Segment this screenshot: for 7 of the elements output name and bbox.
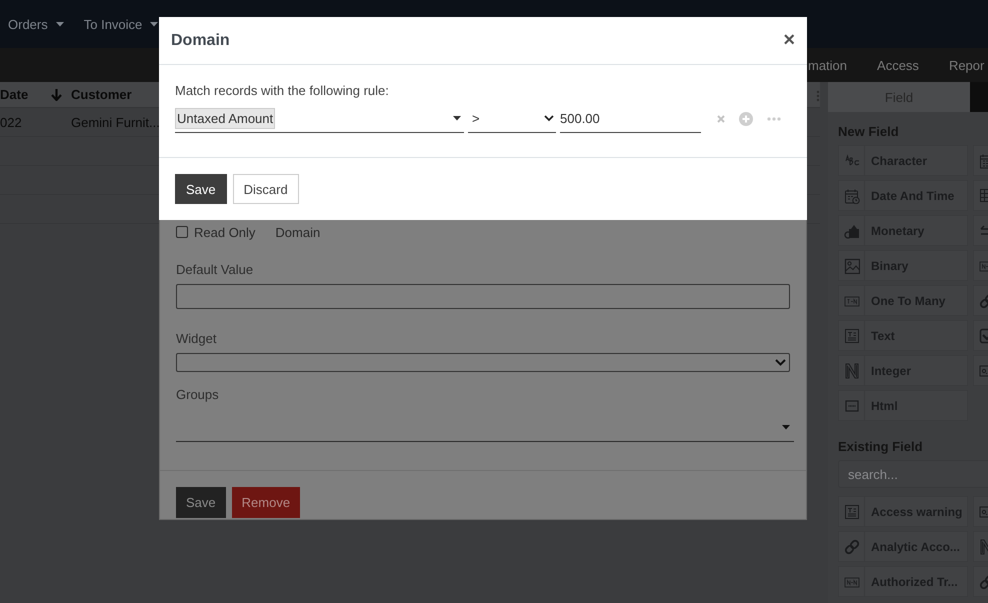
checkbox-label: Read Only [194,224,256,240]
field-label: Default Value [176,262,254,277]
field-label: Groups [176,387,220,402]
field-label: Domain [275,224,320,240]
rule-description: Match records with the following rule: [175,83,390,98]
field-label: Widget [176,331,218,346]
dialog-title: Domain [171,32,230,50]
